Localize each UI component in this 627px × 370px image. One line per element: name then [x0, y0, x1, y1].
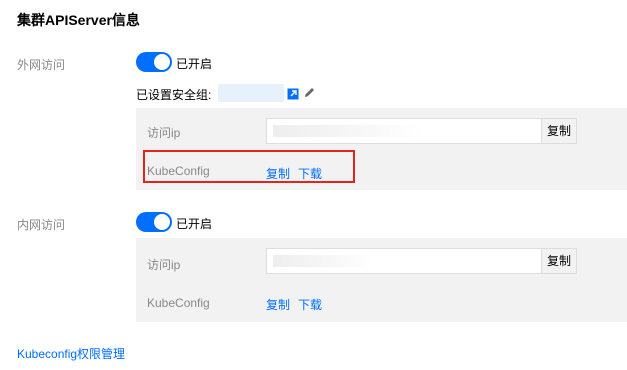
internal-ip-label: 访问ip	[147, 258, 181, 272]
internal-access-label: 内网访问	[17, 218, 66, 232]
external-access-label: 外网访问	[17, 58, 66, 72]
switch-knob	[154, 214, 170, 230]
pencil-icon[interactable]	[303, 86, 316, 104]
internal-ip-value-redacted	[273, 255, 373, 267]
security-group-value[interactable]	[218, 84, 284, 102]
external-ip-value-redacted	[273, 125, 423, 137]
internal-ip-input[interactable]	[266, 248, 542, 274]
switch-knob	[154, 54, 170, 70]
section-title: 集群APIServer信息	[17, 12, 140, 28]
kubeconfig-permission-link[interactable]: Kubeconfig权限管理	[17, 345, 125, 362]
kubeconfig-highlight-box	[143, 150, 355, 183]
internal-access-status: 已开启	[176, 217, 213, 231]
external-access-switch[interactable]	[136, 52, 172, 72]
external-link-icon[interactable]	[287, 87, 299, 105]
external-access-status: 已开启	[176, 57, 213, 71]
internal-access-panel: 访问ip 复制 KubeConfig 复制 下载	[136, 238, 627, 322]
external-ip-label: 访问ip	[147, 126, 181, 140]
security-group-label: 已设置安全组:	[136, 88, 212, 102]
internal-kubeconfig-label: KubeConfig	[147, 296, 210, 310]
external-ip-input[interactable]	[266, 118, 542, 144]
external-ip-copy-button[interactable]: 复制	[542, 118, 577, 144]
internal-kubeconfig-download-link[interactable]: 下载	[298, 296, 322, 313]
internal-ip-copy-button[interactable]: 复制	[542, 248, 577, 274]
internal-kubeconfig-copy-link[interactable]: 复制	[266, 296, 290, 313]
internal-access-switch[interactable]	[136, 212, 172, 232]
